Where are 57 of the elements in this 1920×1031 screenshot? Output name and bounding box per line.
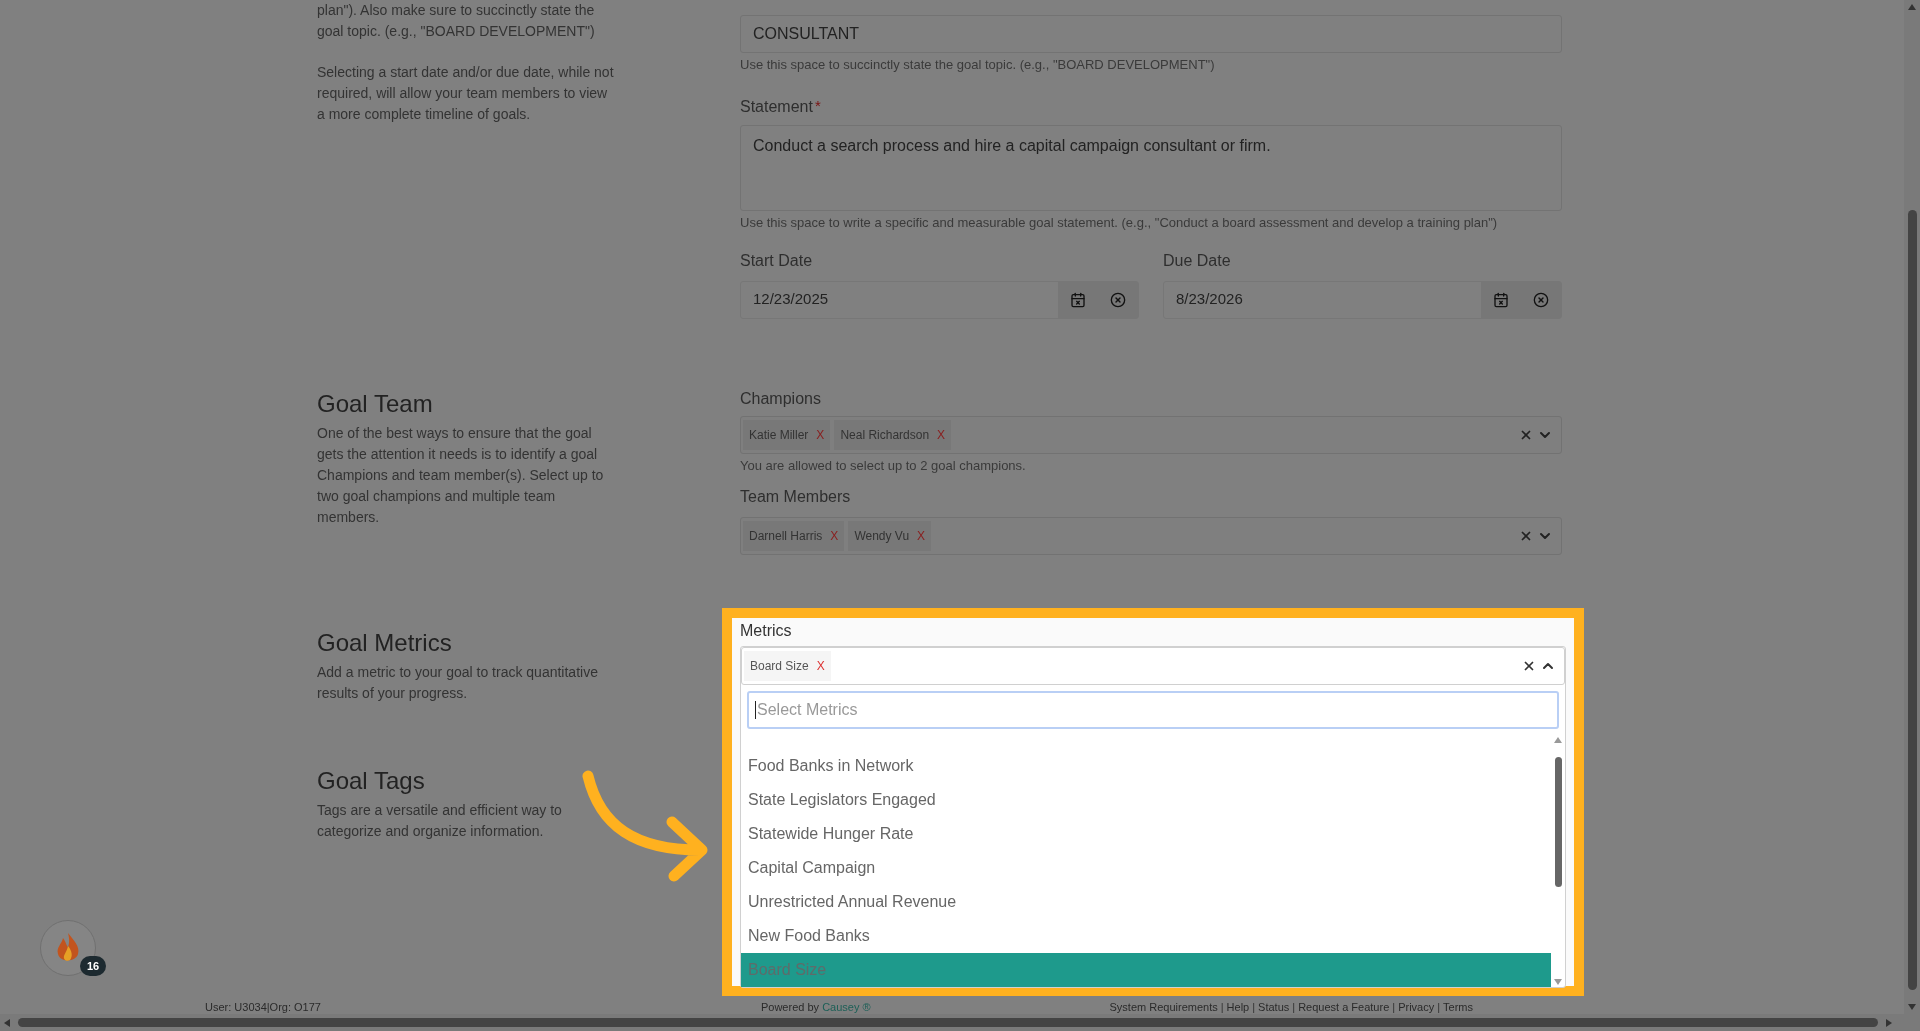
section-description: Add a metric to your goal to track quantitative results of your progress.	[317, 663, 599, 703]
vertical-scrollbar[interactable]	[1904, 0, 1920, 1014]
help-text: Use this space to write a specific and measurable goal statement. (e.g., "Conduct a board assessment and develop a training plan")	[740, 213, 1499, 232]
dropdown-option[interactable]: Unrestricted Annual Revenue	[741, 885, 1551, 919]
chip-label: Wendy Vu	[854, 528, 910, 545]
footer-link[interactable]: Privacy	[1398, 998, 1435, 1016]
remove-chip-button[interactable]: X	[830, 527, 839, 545]
multi-select-field[interactable]: Darnell Harris X Wendy Vu X	[740, 517, 1562, 555]
dropdown-option[interactable]: State Legislators Engaged	[741, 783, 1551, 817]
powered-by-text: Powered by Causey ®	[760, 999, 871, 1015]
section-description: One of the best ways to ensure that the goal gets the attention it needs is to identify a goal Champions and team member(s). Select up to two goal champions and multiple team members.	[317, 423, 605, 527]
horizontal-scrollbar[interactable]	[0, 1014, 1920, 1031]
field-label: Start Date	[740, 250, 814, 271]
search-field[interactable]: Select Metrics	[747, 691, 1559, 729]
chip-label: Katie Miller	[749, 426, 809, 444]
statement-textarea[interactable]: Conduct a search process and hire a capital campaign consultant or firm.	[740, 124, 1562, 211]
user-info: User: U3034|Org: O177	[205, 999, 321, 1015]
field-label: Champions	[740, 388, 822, 409]
required-mark: *	[814, 95, 821, 116]
chip-label: Darnell Harris	[749, 528, 823, 545]
chip-label: Neal Richardson	[840, 426, 930, 444]
clear-icon[interactable]	[1522, 659, 1536, 673]
field-label: Team Members	[740, 487, 852, 507]
footer-link[interactable]: System Requirements	[1109, 998, 1218, 1016]
help-paragraph: plan"). Also make sure to succinctly state the goal topic. (e.g., "BOARD DEVELOPMENT")	[317, 1, 596, 41]
footer-link[interactable]: Status	[1258, 998, 1290, 1016]
topic-input[interactable]: CONSULTANT	[740, 15, 1562, 53]
dropdown-option[interactable]: New Food Banks	[741, 919, 1551, 953]
help-paragraph: Selecting a start date and/or due date, while not required, will allow your team members to view a more complete timeline of goals.	[317, 63, 615, 124]
remove-chip-button[interactable]: X	[917, 527, 926, 545]
multi-select-field[interactable]: Board Size X	[741, 647, 1565, 685]
notification-badge: 16	[80, 956, 106, 976]
field-label: Statement	[740, 96, 813, 117]
remove-chip-button[interactable]: X	[937, 425, 946, 444]
chip-label: Board Size	[750, 658, 809, 675]
separator: |	[1437, 999, 1441, 1015]
section-heading: Goal Team	[317, 388, 434, 419]
separator: |	[1252, 999, 1256, 1015]
dropdown-option[interactable]: Food Banks in Network	[741, 749, 1551, 783]
dropdown-option[interactable]: Capital Campaign	[741, 851, 1551, 885]
multi-select-field[interactable]: Katie Miller X Neal Richardson X	[740, 415, 1562, 454]
field-label: Due Date	[1163, 250, 1232, 271]
remove-chip-button[interactable]: X	[816, 657, 825, 675]
dropdown-option[interactable]: Statewide Hunger Rate	[741, 817, 1551, 851]
field-label: Metrics	[740, 621, 793, 641]
section-heading: Goal Tags	[317, 766, 426, 796]
separator: |	[1292, 999, 1296, 1015]
separator: |	[1220, 999, 1224, 1015]
footer-link[interactable]: Terms	[1443, 998, 1473, 1016]
separator: |	[1392, 999, 1396, 1015]
help-text: Use this space to succinctly state the goal topic. (e.g., "BOARD DEVELOPMENT")	[740, 56, 1216, 74]
footer-link[interactable]: Request a Feature	[1298, 998, 1390, 1016]
section-heading: Goal Metrics	[317, 628, 453, 658]
remove-chip-button[interactable]: X	[816, 425, 825, 444]
help-text: You are allowed to select up to 2 goal champions.	[740, 456, 1027, 475]
footer-link[interactable]: Help	[1226, 998, 1250, 1016]
section-description: Tags are a versatile and efficient way to categorize and organize information.	[317, 801, 563, 841]
